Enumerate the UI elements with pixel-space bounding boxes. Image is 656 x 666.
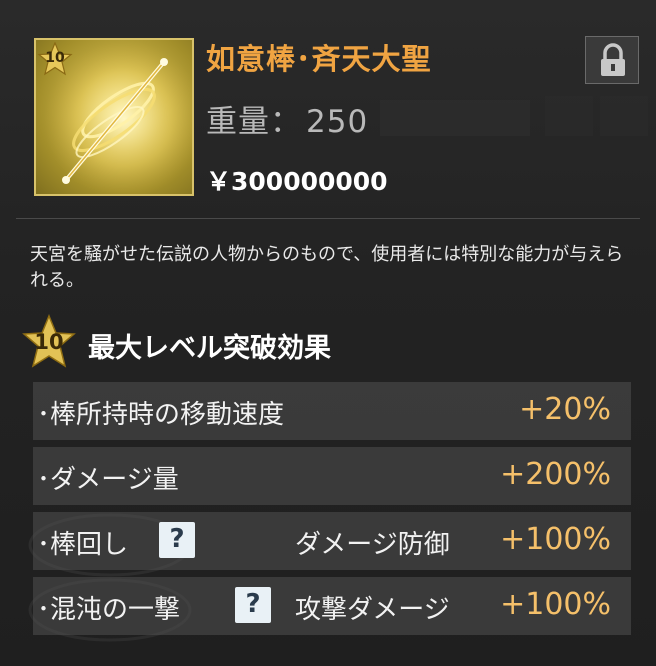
effect-bonus: +200%	[500, 457, 611, 492]
effect-label: ･棒所持時の移動速度	[37, 400, 285, 430]
weight-value: 250	[306, 104, 369, 140]
question-icon: ?	[169, 524, 185, 554]
effect-bonus: +100%	[500, 522, 611, 557]
weight-line: 重量： 250	[206, 96, 368, 141]
effect-row: ･棒回し ? ダメージ防御 +100%	[33, 512, 631, 570]
effect-row: ･棒所持時の移動速度 +20%	[33, 382, 631, 440]
yen-symbol: ￥	[206, 167, 232, 196]
effect-label: ･ダメージ量	[37, 465, 179, 495]
effects-list: ･棒所持時の移動速度 +20% ･ダメージ量 +200% ･棒回し ? ダメージ…	[33, 382, 631, 642]
level-star-badge: 10	[37, 42, 73, 76]
effect-detail: 攻撃ダメージ	[295, 595, 450, 625]
effect-bonus: +100%	[500, 587, 611, 622]
breakthrough-level-number: 10	[34, 330, 64, 354]
effect-detail: ダメージ防御	[295, 530, 450, 560]
effect-row: ･混沌の一撃 ? 攻撃ダメージ +100%	[33, 577, 631, 635]
question-icon: ?	[245, 589, 261, 619]
item-name: 如意棒･斉天大聖	[206, 42, 432, 76]
lock-button[interactable]	[585, 36, 639, 84]
lock-icon	[601, 43, 625, 76]
weight-label: 重量：	[206, 104, 302, 140]
effect-bonus: +20%	[519, 392, 611, 427]
section-title: 最大レベル突破効果	[88, 333, 331, 364]
item-level-number: 10	[45, 50, 65, 66]
effect-row: ･ダメージ量 +200%	[33, 447, 631, 505]
breakthrough-header: 10 最大レベル突破効果	[20, 314, 440, 370]
effect-label: ･混沌の一撃	[37, 595, 181, 625]
price-value: 300000000	[231, 167, 388, 196]
item-tooltip-panel: 10 如意棒･斉天大聖 重量： 250 ￥300000000 天宮を騒がせた伝説の…	[0, 0, 656, 666]
effect-label: ･棒回し	[37, 530, 129, 560]
help-button[interactable]: ?	[235, 587, 271, 623]
price-line: ￥300000000	[206, 162, 388, 198]
help-button[interactable]: ?	[159, 522, 195, 558]
item-description: 天宮を騒がせた伝説の人物からのもので、使用者には特別な能力が与えられる。	[30, 244, 624, 291]
divider	[16, 218, 640, 219]
